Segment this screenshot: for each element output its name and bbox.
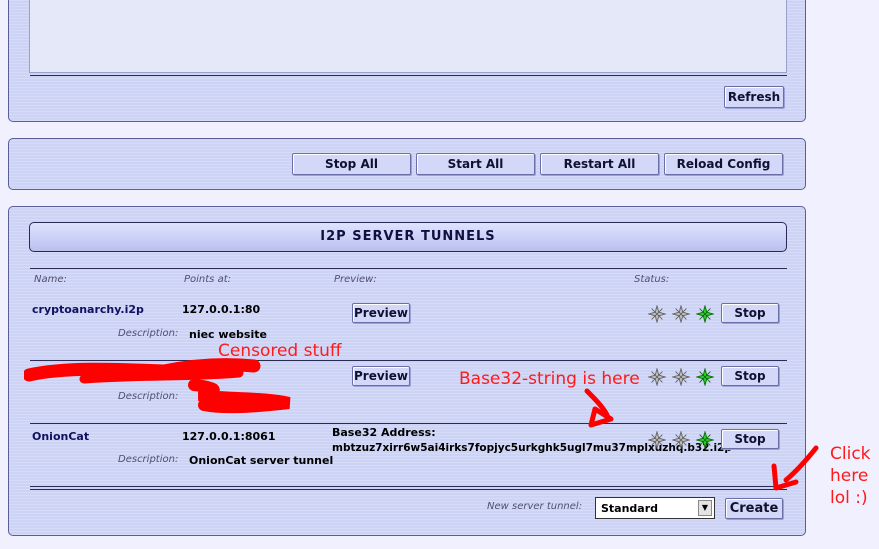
tunnel-points-at: 127.0.0.1:8061: [182, 430, 276, 443]
col-preview-header: Preview:: [334, 274, 377, 285]
censored-annotation: Censored stuff: [218, 341, 342, 361]
preview-button[interactable]: Preview: [352, 303, 410, 323]
arrow-down-left-icon: [771, 445, 819, 491]
description-label: Description:: [118, 328, 179, 339]
create-button[interactable]: Create: [725, 498, 783, 519]
section-title: I2P SERVER TUNNELS: [29, 222, 787, 252]
description-label: Description:: [118, 454, 179, 465]
status-star-icon: [672, 305, 690, 323]
stop-all-button[interactable]: Stop All: [292, 153, 411, 175]
click-hint-line3: lol :): [830, 488, 868, 508]
log-panel: Refresh: [8, 0, 806, 122]
preview-button[interactable]: Preview: [352, 366, 410, 386]
col-points-at-header: Points at:: [184, 274, 231, 285]
click-hint-line1: Click: [830, 444, 871, 464]
log-textarea[interactable]: [29, 0, 787, 73]
divider: [30, 423, 787, 424]
chevron-down-icon[interactable]: ▼: [698, 500, 712, 516]
stop-button[interactable]: Stop: [721, 303, 779, 323]
divider: [30, 486, 787, 487]
click-hint-line2: here: [830, 466, 869, 486]
status-star-icon: [648, 305, 666, 323]
tunnel-points-at: 127.0.0.1:80: [182, 303, 261, 316]
refresh-button[interactable]: Refresh: [724, 86, 784, 108]
col-name-header: Name:: [34, 274, 67, 285]
divider: [30, 75, 787, 76]
status-star-icon: [648, 368, 666, 386]
running-star-icon: [696, 431, 714, 449]
divider: [30, 268, 787, 269]
stop-button[interactable]: Stop: [721, 366, 779, 386]
start-all-button[interactable]: Start All: [416, 153, 535, 175]
tunnel-type-value: Standard: [601, 502, 659, 515]
arrow-down-icon: [584, 388, 614, 428]
running-star-icon: [696, 305, 714, 323]
status-star-icon: [672, 431, 690, 449]
description-label: Description:: [118, 391, 179, 402]
censor-scribble: [24, 358, 291, 414]
tunnel-description: niec website: [189, 328, 267, 341]
tunnel-description: OnionCat server tunnel: [189, 454, 334, 467]
tunnel-type-select[interactable]: Standard ▼: [595, 497, 715, 519]
col-status-header: Status:: [634, 274, 670, 285]
divider: [30, 489, 787, 490]
tunnel-name[interactable]: cryptoanarchy.i2p: [32, 303, 144, 316]
status-star-icon: [648, 431, 666, 449]
base32-label: Base32 Address:: [332, 426, 436, 439]
new-tunnel-label: New server tunnel:: [487, 501, 583, 512]
restart-all-button[interactable]: Restart All: [540, 153, 659, 175]
running-star-icon: [696, 368, 714, 386]
tunnel-name[interactable]: OnionCat: [32, 430, 89, 443]
status-star-icon: [672, 368, 690, 386]
control-panel: Stop All Start All Restart All Reload Co…: [8, 138, 806, 190]
reload-config-button[interactable]: Reload Config: [664, 153, 783, 175]
server-tunnels-panel: I2P SERVER TUNNELS Name: Points at: Prev…: [8, 206, 806, 536]
